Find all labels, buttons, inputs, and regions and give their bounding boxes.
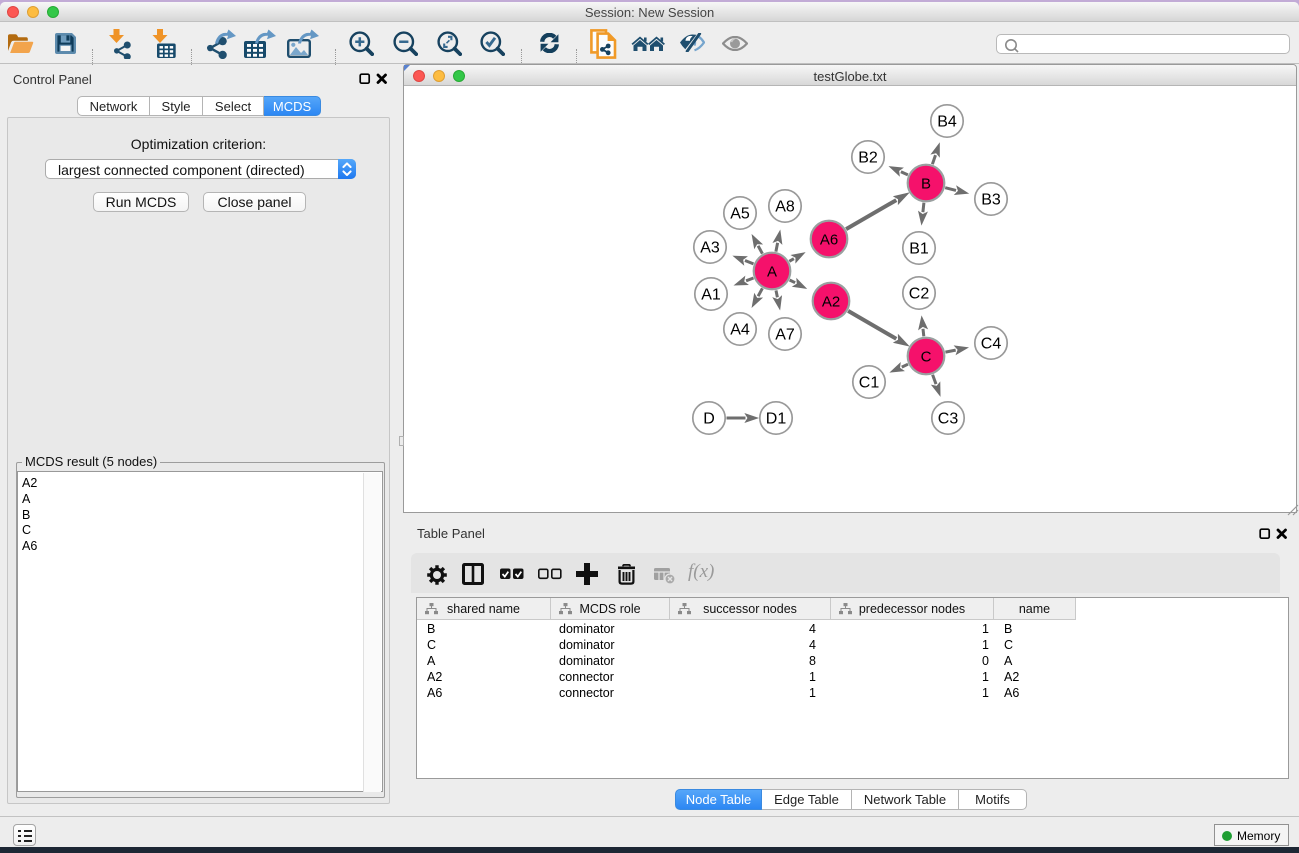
- svg-text:B: B: [921, 175, 931, 192]
- svg-text:D1: D1: [766, 411, 787, 428]
- svg-text:A3: A3: [700, 240, 720, 257]
- svg-text:C4: C4: [981, 336, 1002, 353]
- svg-text:C: C: [921, 348, 932, 365]
- svg-text:C2: C2: [909, 286, 930, 303]
- svg-text:A: A: [767, 263, 777, 280]
- svg-text:B2: B2: [858, 150, 878, 167]
- svg-text:A8: A8: [775, 199, 795, 216]
- svg-text:A6: A6: [820, 231, 838, 248]
- svg-text:A4: A4: [730, 322, 750, 339]
- svg-text:C3: C3: [938, 411, 959, 428]
- svg-text:A7: A7: [775, 327, 795, 344]
- svg-text:B4: B4: [937, 114, 957, 131]
- svg-text:A2: A2: [822, 293, 840, 310]
- svg-text:C1: C1: [859, 375, 880, 392]
- svg-text:A5: A5: [730, 206, 750, 223]
- svg-text:B3: B3: [981, 192, 1001, 209]
- svg-text:D: D: [703, 411, 715, 428]
- svg-text:B1: B1: [909, 241, 929, 258]
- svg-text:A1: A1: [701, 287, 721, 304]
